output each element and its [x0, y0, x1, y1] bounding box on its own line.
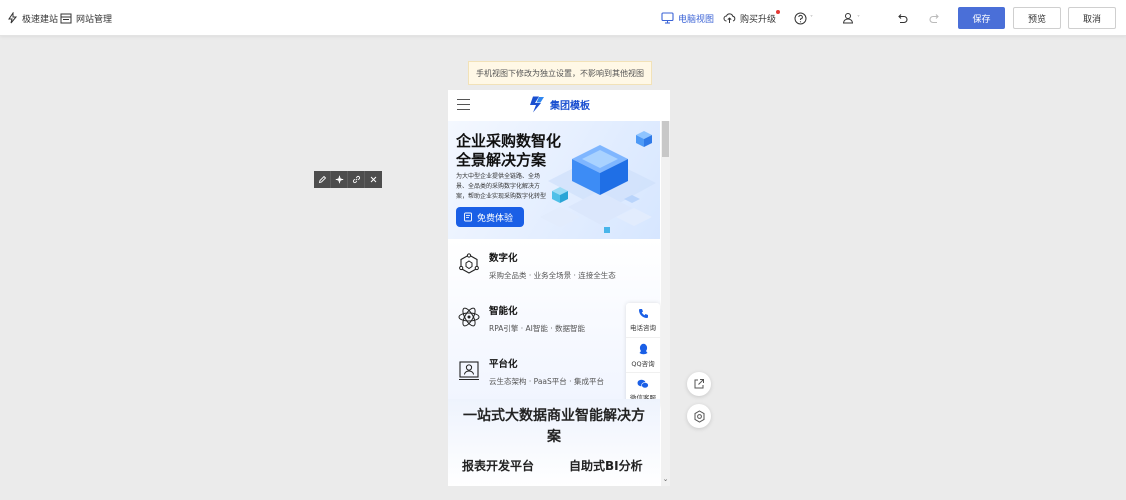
mobile-view-notice: 手机视图下修改为独立设置，不影响到其他视图 — [468, 61, 652, 85]
gear-icon — [694, 409, 704, 423]
monitor-icon — [661, 12, 674, 24]
block-edit-toolbar — [314, 171, 382, 188]
move-icon — [335, 175, 343, 184]
feature-desc: 云生态架构 · PaaS平台 · 集成平台 — [489, 377, 604, 386]
feature-title: 平台化 — [489, 359, 518, 370]
settings-button[interactable] — [687, 404, 711, 428]
account-menu[interactable]: ˅ — [842, 0, 860, 36]
close-icon — [370, 176, 377, 183]
qq-consult-button[interactable]: QQ咨询 — [626, 338, 660, 373]
logo-text: 集团模板 — [550, 101, 590, 112]
redo-icon — [929, 13, 939, 23]
qq-icon — [639, 343, 647, 354]
notification-dot — [776, 10, 780, 14]
undo-icon — [898, 13, 908, 23]
buy-upgrade-button[interactable]: 购买升级 — [723, 0, 776, 36]
tab-report-platform[interactable]: 报表开发平台 — [462, 457, 534, 474]
tab-self-service-bi[interactable]: 自助式BI分析 — [569, 457, 643, 474]
cloud-upload-icon — [723, 13, 736, 23]
share-icon — [694, 379, 704, 389]
delete-button[interactable] — [365, 171, 382, 188]
mobile-preview-canvas: 集团模板 企业采购数智化 全景解决方案 为大中型企业提供全链路、全场 景、全品类… — [448, 90, 670, 486]
profile-card-icon — [459, 361, 479, 381]
share-button[interactable] — [687, 372, 711, 396]
site-manage-button[interactable]: 网站管理 — [60, 0, 112, 36]
help-icon — [794, 12, 807, 24]
site-manage-label: 网站管理 — [76, 14, 113, 25]
wechat-icon — [637, 379, 649, 389]
lightning-icon — [8, 12, 18, 24]
hamburger-menu-icon[interactable] — [457, 99, 470, 110]
hero-banner: 企业采购数智化 全景解决方案 为大中型企业提供全链路、全场 景、全品类的采购数字… — [448, 121, 660, 239]
buy-upgrade-label: 购买升级 — [740, 14, 777, 25]
chevron-down-icon: ˅ — [857, 14, 860, 22]
pencil-icon — [318, 175, 326, 184]
scrollbar-thumb[interactable] — [662, 121, 669, 157]
atom-icon — [458, 307, 480, 327]
undo-button[interactable] — [896, 0, 908, 36]
phone-consult-label: 电话咨询 — [630, 324, 656, 332]
free-trial-button[interactable]: 免费体验 — [456, 207, 524, 227]
top-toolbar: 极速建站 网站管理 电脑视图 购买升级 ˅ ˅ 保存 预览 取消 — [0, 0, 1126, 36]
site-logo[interactable]: 集团模板 — [528, 96, 590, 113]
feature-desc: RPA引擎 · AI智能 · 数据智能 — [489, 324, 586, 333]
scrollbar-track[interactable] — [661, 121, 670, 486]
feature-title: 智能化 — [489, 306, 518, 317]
move-button[interactable] — [331, 171, 348, 188]
desktop-view-button[interactable]: 电脑视图 — [661, 0, 714, 36]
redo-button[interactable] — [929, 0, 941, 36]
bi-solution-section: 一站式大数据商业智能解决方 案 报表开发平台 自助式BI分析 — [448, 399, 660, 486]
user-icon — [842, 13, 854, 24]
mobile-header: 集团模板 — [448, 90, 670, 121]
desktop-view-label: 电脑视图 — [678, 14, 715, 25]
section-title: 一站式大数据商业智能解决方 案 — [463, 408, 645, 445]
feature-desc: 采购全品类 · 业务全场景 · 连接全生态 — [489, 271, 616, 280]
quick-build-label: 极速建站 — [22, 14, 59, 25]
free-trial-label: 免费体验 — [477, 213, 514, 224]
contact-float-panel: 电话咨询 QQ咨询 微信客服 — [626, 303, 660, 409]
window-icon — [60, 13, 72, 23]
help-menu[interactable]: ˅ — [794, 0, 813, 36]
logo-mark-icon — [530, 96, 544, 113]
quick-build-button[interactable]: 极速建站 — [7, 0, 58, 36]
save-button[interactable]: 保存 — [958, 7, 1005, 29]
banner-description: 为大中型企业提供全链路、全场 景、全品类的采购数字化解决方 案，帮助企业实现采购… — [456, 173, 547, 200]
qq-consult-label: QQ咨询 — [631, 359, 655, 368]
preview-button[interactable]: 预览 — [1013, 7, 1061, 29]
link-button[interactable] — [348, 171, 365, 188]
edit-button[interactable] — [314, 171, 331, 188]
scroll-down-arrow[interactable]: ⌄ — [661, 475, 670, 486]
banner-title: 企业采购数智化 全景解决方案 — [456, 132, 562, 169]
document-icon — [464, 212, 472, 222]
cancel-button[interactable]: 取消 — [1068, 7, 1116, 29]
blockchain-icon — [459, 253, 479, 274]
link-icon — [352, 175, 360, 184]
feature-title: 数字化 — [489, 253, 518, 264]
phone-consult-button[interactable]: 电话咨询 — [626, 303, 660, 338]
chevron-down-icon: ˅ — [810, 14, 813, 22]
phone-icon — [638, 309, 648, 318]
feature-item: 数字化 采购全品类 · 业务全场景 · 连接全生态 — [448, 239, 660, 292]
